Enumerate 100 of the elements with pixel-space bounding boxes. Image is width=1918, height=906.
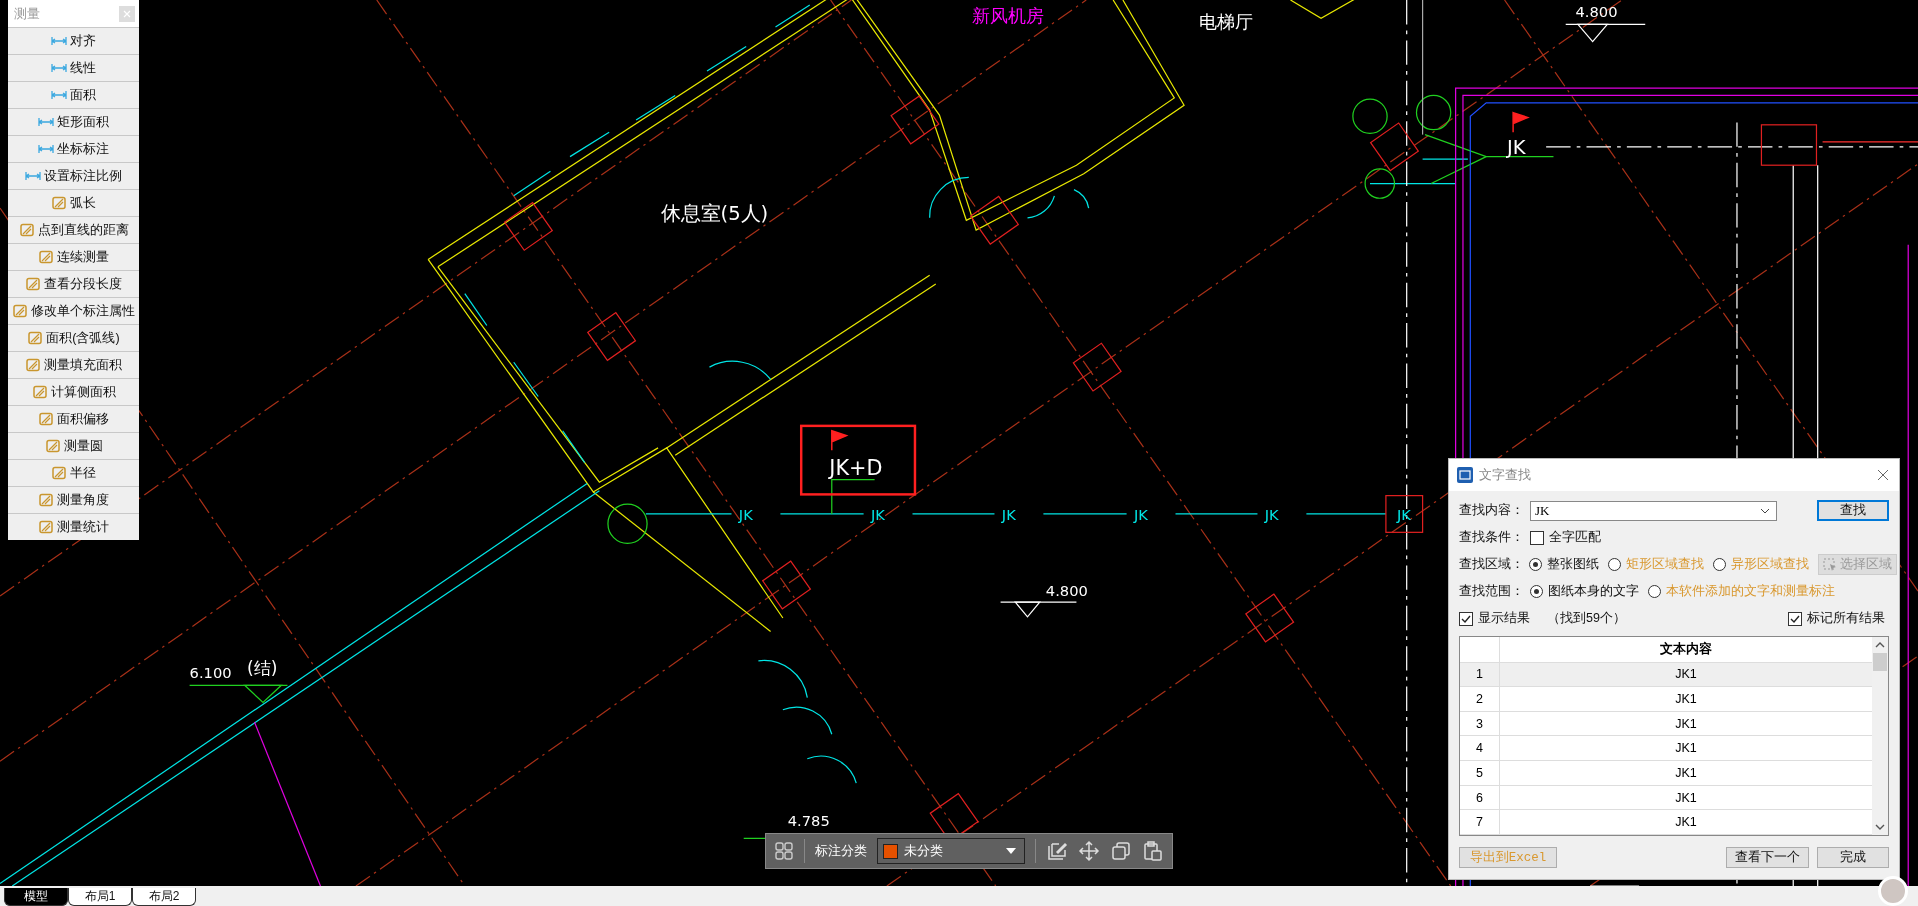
hatched-shape-icon <box>38 412 54 426</box>
radio-button[interactable] <box>1530 585 1543 598</box>
scrollbar[interactable] <box>1872 637 1888 835</box>
drawing-label: 4.800 <box>1045 581 1088 599</box>
grid-icon[interactable] <box>774 841 794 861</box>
drawing-label: JK <box>738 506 753 524</box>
drawing-label: 休息室(5人) <box>660 202 769 226</box>
drawing-label: JK <box>1507 136 1526 160</box>
drawing-label: JK <box>1264 506 1279 524</box>
result-row[interactable]: 7 JK1 <box>1460 810 1872 835</box>
drawing-label: (结) <box>247 658 278 679</box>
copy-icon[interactable] <box>1110 840 1132 862</box>
done-button[interactable]: 完成 <box>1817 847 1889 868</box>
hatched-shape-icon <box>38 250 54 264</box>
drawing-label: JK+D <box>829 455 883 480</box>
field-label: 查找区域： <box>1459 556 1524 573</box>
app-icon <box>1457 467 1473 483</box>
row-number: 6 <box>1460 785 1500 810</box>
dimension-icon <box>51 88 67 102</box>
row-number: 2 <box>1460 687 1500 711</box>
hatched-shape-icon <box>12 304 28 318</box>
result-row[interactable]: 6 JK1 <box>1460 785 1872 811</box>
checkbox-label: 显示结果 <box>1478 610 1530 627</box>
toolbar-label: 标注分类 <box>815 842 867 860</box>
flag-icon <box>831 430 849 452</box>
dimension-icon <box>51 61 67 75</box>
dialog-title: 文字查找 <box>1479 466 1532 484</box>
field-label: 查找范围： <box>1459 583 1525 600</box>
edit-icon[interactable] <box>1046 840 1068 862</box>
close-icon <box>1877 469 1889 481</box>
radio-button[interactable] <box>1529 558 1542 571</box>
scrollbar-thumb[interactable] <box>1873 653 1887 671</box>
search-combo-field[interactable]: JK <box>1530 500 1777 521</box>
category-dropdown[interactable]: 未分类 <box>877 838 1025 864</box>
radio-button[interactable] <box>1648 585 1661 598</box>
hatched-shape-icon <box>51 196 67 210</box>
column-header: 文本内容 <box>1659 640 1713 658</box>
table-cell-text: JK1 <box>1674 691 1698 709</box>
drawing-label: 6.100 <box>189 663 232 681</box>
radio-button[interactable] <box>1713 558 1726 571</box>
drawing-label: JK <box>870 506 885 524</box>
layout-tab[interactable]: 布局1 <box>68 888 132 906</box>
scroll-down-icon <box>1875 823 1885 831</box>
drawing-label: 4.800 <box>1575 3 1618 21</box>
row-number: 1 <box>1460 662 1500 687</box>
result-row[interactable]: 2 JK1 <box>1460 687 1872 712</box>
drawing-label: JK <box>1133 506 1148 524</box>
avatar[interactable] <box>1878 876 1908 906</box>
table-cell-text: JK1 <box>1674 666 1698 684</box>
drawing-label: JK <box>1001 506 1016 524</box>
table-cell-text: JK1 <box>1674 789 1698 807</box>
radio-button[interactable] <box>1608 558 1621 571</box>
hatched-shape-icon <box>25 277 41 291</box>
hatched-shape-icon <box>18 223 35 237</box>
row-number: 5 <box>1460 761 1500 785</box>
caret-icon <box>1760 507 1770 514</box>
result-row[interactable]: 3 JK1 <box>1460 711 1872 737</box>
hatched-shape-icon <box>38 493 54 507</box>
radio-label: 整张图纸 <box>1547 556 1599 573</box>
next-button[interactable]: 查看下一个 <box>1726 847 1809 868</box>
hatched-shape-icon <box>38 520 54 534</box>
table-cell-text: JK1 <box>1674 764 1698 782</box>
checkbox[interactable] <box>1459 611 1473 626</box>
close-button[interactable] <box>1875 467 1891 483</box>
panel-title: 测量 <box>14 4 41 23</box>
layout-tab[interactable]: 布局2 <box>132 888 196 906</box>
dimension-icon <box>25 169 41 183</box>
drawing-label: 新风机房 <box>972 5 1045 27</box>
paste-icon[interactable] <box>1142 840 1164 862</box>
result-count: （找到59个） <box>1547 610 1626 627</box>
result-row[interactable]: 1 JK1 <box>1460 662 1872 688</box>
drawing-label: JK <box>1396 506 1411 524</box>
row-number: 7 <box>1460 810 1500 834</box>
checkbox-label: 标记所有结果 <box>1807 610 1885 627</box>
checkbox[interactable] <box>1530 530 1544 545</box>
radio-label: 本软件添加的文字和测量标注 <box>1666 583 1835 600</box>
flag-icon <box>1512 111 1530 133</box>
radio-label: 图纸本身的文字 <box>1548 583 1639 600</box>
hatched-shape-icon <box>44 439 61 453</box>
move-icon[interactable] <box>1078 840 1100 862</box>
row-number: 4 <box>1460 736 1500 761</box>
result-row[interactable]: 5 JK1 <box>1460 761 1872 786</box>
row-number: 3 <box>1460 711 1500 736</box>
drawing-label: 电梯厅 <box>1198 11 1253 33</box>
table-cell-text: JK1 <box>1674 740 1698 758</box>
radio-label: 异形区域查找 <box>1731 556 1809 573</box>
result-row[interactable]: 4 JK1 <box>1460 736 1872 762</box>
dimension-icon <box>38 142 54 156</box>
hatched-shape-icon <box>25 358 41 372</box>
checkbox[interactable] <box>1788 611 1802 626</box>
table-cell-text: JK1 <box>1674 814 1698 832</box>
dimension-icon <box>38 115 54 129</box>
find-button[interactable]: 查找 <box>1817 500 1889 521</box>
checkbox-label: 全字匹配 <box>1549 529 1601 546</box>
close-icon <box>123 9 131 18</box>
field-label: 查找条件： <box>1459 529 1525 546</box>
caret-icon <box>1006 847 1016 855</box>
field-label: 查找内容： <box>1459 502 1525 519</box>
layout-tab[interactable]: 模型 <box>4 888 68 906</box>
hatched-shape-icon <box>27 331 44 345</box>
